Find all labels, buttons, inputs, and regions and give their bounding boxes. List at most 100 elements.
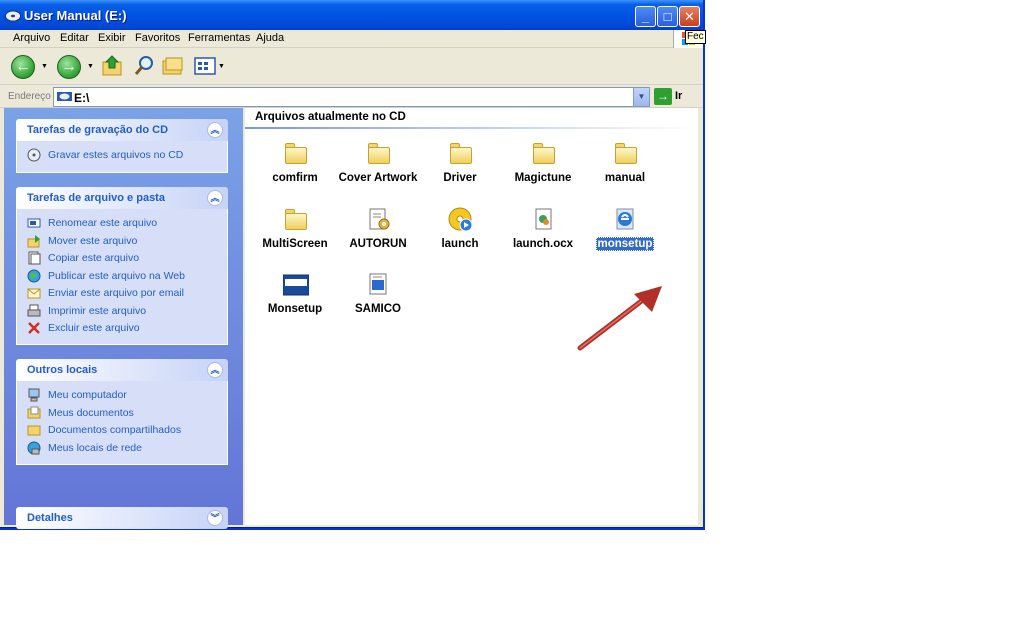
task-print[interactable]: Imprimir este arquivo <box>27 303 227 321</box>
views-dropdown-icon[interactable]: ▼ <box>218 63 225 70</box>
file-label: MultiScreen <box>262 238 328 250</box>
file-label: Cover Artwork <box>338 172 418 184</box>
folders-icon[interactable] <box>160 53 186 79</box>
place-network[interactable]: Meus locais de rede <box>27 440 227 458</box>
address-value: E:\ <box>74 91 90 105</box>
back-dropdown-icon[interactable]: ▼ <box>41 63 48 70</box>
task-label: Meus documentos <box>48 406 134 419</box>
address-dropdown-button[interactable]: ▼ <box>633 88 649 106</box>
cd-drive-icon <box>5 10 21 22</box>
task-label: Meus locais de rede <box>48 441 142 454</box>
file-label: Monsetup <box>267 303 323 315</box>
task-label: Documentos compartilhados <box>48 424 182 436</box>
close-button[interactable]: ✕ <box>679 6 700 27</box>
rename-icon <box>27 218 41 228</box>
collapse-button[interactable]: ︽ <box>207 362 223 378</box>
task-rename[interactable]: Renomear este arquivo <box>27 215 227 233</box>
task-burn-cd[interactable]: Gravar estes arquivos no CD <box>27 147 227 165</box>
file-label: SAMICO <box>355 303 401 315</box>
file-item-manual[interactable]: manual <box>585 141 665 203</box>
burn-cd-icon <box>27 148 41 162</box>
ocx-file-icon <box>535 208 552 230</box>
collapse-button[interactable]: ︽ <box>207 122 223 138</box>
task-label: Copiar este arquivo <box>48 252 140 264</box>
folder-icon <box>531 141 557 167</box>
views-icon[interactable] <box>193 53 219 79</box>
search-icon[interactable] <box>132 53 158 79</box>
task-move[interactable]: Mover este arquivo <box>27 233 227 251</box>
file-item-launch[interactable]: launch <box>420 207 500 269</box>
file-item-autorun[interactable]: AUTORUN <box>338 207 418 269</box>
task-publish-web[interactable]: Publicar este arquivo na Web <box>27 268 227 286</box>
up-folder-icon[interactable] <box>100 53 126 79</box>
task-delete[interactable]: Excluir este arquivo <box>27 320 227 338</box>
task-email[interactable]: Enviar este arquivo por email <box>27 285 227 303</box>
back-button[interactable]: ← <box>11 55 35 79</box>
menu-exibir[interactable]: Exibir <box>98 32 126 44</box>
file-label: AUTORUN <box>349 238 407 250</box>
place-my-documents[interactable]: Meus documentos <box>27 405 227 423</box>
go-arrow-icon: → <box>657 89 669 103</box>
title-bar[interactable]: User Manual (E:) _ □ ✕ <box>0 0 703 30</box>
annotation-arrow <box>577 286 662 351</box>
menu-editar[interactable]: Editar <box>60 32 89 44</box>
minimize-icon: _ <box>641 9 650 24</box>
content-header: Arquivos atualmente no CD <box>255 111 406 123</box>
file-item-launch-ocx[interactable]: launch.ocx <box>503 207 583 269</box>
task-label: Publicar este arquivo na Web <box>48 269 185 282</box>
go-button[interactable]: → <box>654 88 672 105</box>
back-arrow-icon: ← <box>15 58 31 75</box>
place-my-computer[interactable]: Meu computador <box>27 387 227 405</box>
task-label: Meu computador <box>48 389 127 401</box>
config-file-icon <box>369 273 387 295</box>
folder-icon <box>283 207 309 233</box>
menu-ferramentas[interactable]: Ferramentas <box>188 32 250 44</box>
tooltip: Fec <box>685 30 706 44</box>
menu-favoritos[interactable]: Favoritos <box>135 32 180 44</box>
task-label: Mover este arquivo <box>48 234 138 247</box>
file-item-samico[interactable]: SAMICO <box>338 272 418 334</box>
panel-title: Tarefas de gravação do CD <box>27 124 169 136</box>
window-client: Arquivo Editar Exibir Favoritos Ferramen… <box>0 30 706 529</box>
task-label: Gravar estes arquivos no CD <box>48 149 184 161</box>
expand-button[interactable]: ︾ <box>207 510 223 526</box>
panel-header[interactable]: Detalhes ︾ <box>16 507 228 529</box>
file-item-cover-artwork[interactable]: Cover Artwork <box>338 141 418 203</box>
minimize-button[interactable]: _ <box>635 6 656 27</box>
file-item-magictune[interactable]: Magictune <box>503 141 583 203</box>
panel-header[interactable]: Tarefas de arquivo e pasta ︽ <box>16 187 228 209</box>
task-copy[interactable]: Copiar este arquivo <box>27 250 227 268</box>
move-icon <box>27 234 40 247</box>
file-label-selected: monsetup <box>595 237 655 251</box>
go-label[interactable]: Ir <box>675 90 682 102</box>
file-item-multiscreen[interactable]: MultiScreen <box>255 207 335 269</box>
chevron-down-icon: ︾ <box>210 513 220 523</box>
menu-arquivo[interactable]: Arquivo <box>13 32 50 44</box>
maximize-button[interactable]: □ <box>657 6 678 27</box>
task-label: Imprimir este arquivo <box>48 304 147 317</box>
place-shared-documents[interactable]: Documentos compartilhados <box>27 422 227 440</box>
panel-header[interactable]: Outros locais ︽ <box>16 359 228 381</box>
collapse-button[interactable]: ︽ <box>207 190 223 206</box>
chevron-up-icon: ︽ <box>210 365 220 375</box>
network-places-icon <box>27 441 41 454</box>
forward-button[interactable]: → <box>57 55 81 79</box>
file-label: comfirm <box>272 172 318 184</box>
file-item-monsetup-html[interactable]: monsetup <box>585 207 665 269</box>
file-item-driver[interactable]: Driver <box>420 141 500 203</box>
forward-dropdown-icon[interactable]: ▼ <box>87 63 94 70</box>
panel-header[interactable]: Tarefas de gravação do CD ︽ <box>16 119 228 141</box>
maximize-icon: □ <box>663 9 672 24</box>
task-label: Renomear este arquivo <box>48 217 158 229</box>
folder-icon <box>448 141 474 167</box>
file-list: Arquivos atualmente no CD comfirm Cover … <box>245 108 698 525</box>
print-icon <box>27 304 41 316</box>
file-item-comfirm[interactable]: comfirm <box>255 141 335 203</box>
file-item-monsetup-bitmap[interactable]: Monsetup <box>255 272 335 334</box>
address-label: Endereço <box>8 91 51 102</box>
panel-file-tasks: Tarefas de arquivo e pasta ︽ Renomear es… <box>16 187 228 345</box>
menu-ajuda[interactable]: Ajuda <box>256 32 284 44</box>
bitmap-image-icon <box>283 274 309 296</box>
chevron-up-icon: ︽ <box>210 125 220 135</box>
address-field[interactable]: E:\ ▼ <box>53 87 650 107</box>
